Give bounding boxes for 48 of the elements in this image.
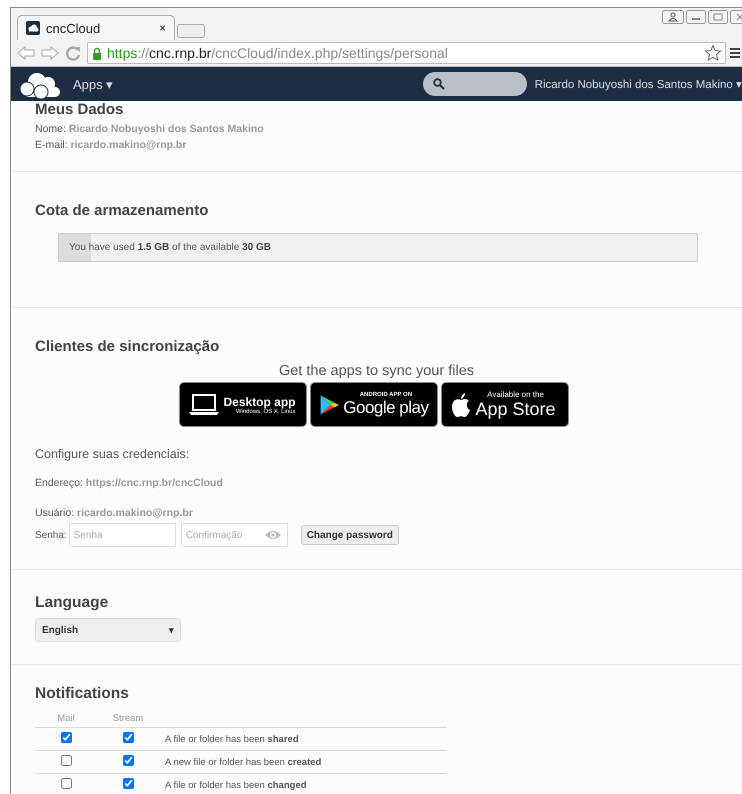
search-field[interactable] (422, 72, 527, 96)
section-heading: Cota de armazenamento (35, 202, 210, 219)
address-bar[interactable]: https://cnc.rnp.br/cncCloud/index.php/settings/personal (87, 42, 726, 64)
column-header: Stream (97, 709, 159, 728)
user-menu[interactable]: Ricardo Nobuyoshi dos Santos Makino ▾ (534, 77, 742, 91)
field-label: Senha: (35, 530, 67, 540)
back-icon[interactable] (15, 44, 37, 62)
confirm-password-field[interactable]: Confirmação (180, 523, 288, 547)
field-label: E-mail: (35, 139, 68, 151)
stream-checkbox[interactable] (122, 755, 134, 766)
apple-icon (450, 392, 472, 418)
mail-checkbox[interactable] (60, 732, 72, 743)
notification-text: A file or folder has been changed (165, 780, 307, 790)
column-header: Mail (35, 709, 97, 728)
user-icon[interactable] (662, 10, 684, 24)
menu-icon[interactable] (730, 46, 740, 60)
stream-checkbox[interactable] (122, 778, 134, 789)
section-heading: Notifications (35, 685, 130, 703)
laptop-icon (188, 392, 220, 416)
field-label: Nome: (35, 123, 66, 135)
field-label: Endereço: (35, 477, 83, 489)
close-tab-button[interactable]: × (158, 21, 166, 35)
browser-tab[interactable]: cncCloud × (17, 15, 175, 40)
section-heading: Clientes de sincronização (35, 338, 220, 355)
apps-menu[interactable]: Apps ▾ (73, 76, 114, 92)
credentials-heading: Configure suas credenciais: (35, 447, 190, 461)
language-dropdown[interactable]: English ▾ (35, 618, 181, 642)
minimize-icon[interactable] (686, 10, 706, 24)
search-icon (432, 78, 445, 90)
change-password-button[interactable]: Change password (300, 525, 399, 545)
app-store-badge[interactable]: Available on the App Store (440, 382, 568, 427)
forward-icon[interactable] (39, 44, 61, 62)
lock-icon (92, 46, 102, 60)
close-icon[interactable] (730, 10, 742, 24)
notification-text: A file or folder has been shared (165, 734, 299, 744)
quota-text: You have used 1.5 GB of the available 30 GB (69, 242, 272, 253)
sync-subtitle: Get the apps to sync your files (278, 363, 476, 379)
notification-text: A new file or folder has been created (165, 756, 322, 768)
mail-checkbox[interactable] (60, 778, 72, 789)
password-field[interactable]: Senha (68, 523, 176, 547)
section-heading: Meus Dados (35, 102, 124, 118)
mail-checkbox[interactable] (60, 755, 72, 766)
stream-checkbox[interactable] (122, 732, 134, 743)
section-heading: Language (35, 594, 110, 612)
cloud-icon (26, 21, 40, 35)
field-label: Usuário: (35, 507, 74, 519)
star-icon[interactable] (704, 44, 722, 62)
maximize-icon[interactable] (708, 10, 728, 24)
